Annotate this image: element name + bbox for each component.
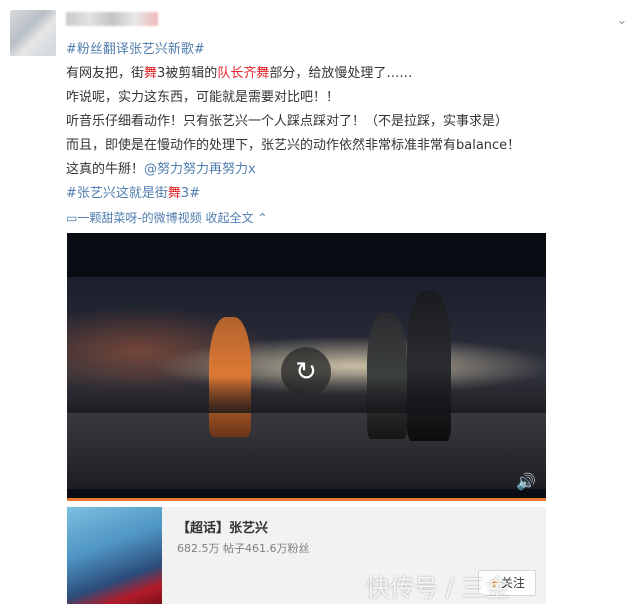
dancer-figure bbox=[407, 291, 451, 441]
video-player[interactable]: ↻ 🔊 bbox=[67, 233, 546, 501]
text-segment: 有网友把，街 bbox=[66, 66, 145, 81]
tag-part: 3# bbox=[180, 186, 201, 201]
highlight-text: 舞 bbox=[144, 66, 158, 81]
video-source-link[interactable]: 一颗甜菜呀-的微博视频 bbox=[77, 211, 201, 225]
tag-highlight: 舞 bbox=[167, 186, 181, 201]
post-line-1: #粉丝翻译张艺兴新歌# bbox=[66, 38, 626, 62]
tag-part: #张艺兴这就是街 bbox=[66, 186, 168, 201]
collapse-label: 收起全文 bbox=[205, 211, 254, 225]
video-source-icon: ▭ bbox=[66, 211, 78, 225]
chevron-down-icon[interactable]: ⌄ bbox=[615, 14, 629, 28]
volume-icon[interactable]: 🔊 bbox=[516, 472, 536, 491]
text-segment: 这真的牛掰！ bbox=[66, 162, 145, 177]
replay-icon[interactable]: ↻ bbox=[281, 347, 331, 397]
post-line-7: #张艺兴这就是街舞3# bbox=[66, 182, 626, 206]
collapse-button[interactable]: 收起全文 ⌃ bbox=[206, 211, 268, 225]
post-body: #粉丝翻译张艺兴新歌# 有网友把，街舞3被剪辑的队长齐舞部分，给放慢处理了…… … bbox=[66, 38, 626, 230]
topic-tag-2[interactable]: #张艺兴这就是街舞3# bbox=[66, 186, 200, 201]
topic-tag-1[interactable]: #粉丝翻译张艺兴新歌# bbox=[66, 42, 205, 57]
post-line-3: 咋说呢，实力这东西，可能就是需要对比吧！！ bbox=[66, 90, 340, 105]
highlight-text: 队长齐舞 bbox=[217, 66, 270, 81]
text-segment: 部分，给放慢处理了…… bbox=[269, 66, 413, 81]
user-avatar[interactable] bbox=[10, 10, 56, 56]
post-line-4: 听音乐仔细看动作！只有张艺兴一个人踩点踩对了！（不是拉踩，实事求是） bbox=[66, 114, 509, 129]
video-meta-row: ▭一颗甜菜呀-的微博视频 收起全文 ⌃ bbox=[66, 206, 626, 230]
card-thumbnail bbox=[67, 507, 162, 604]
watermark-text: 快传号 / 三金 bbox=[366, 574, 510, 602]
card-title[interactable]: 【超话】张艺兴 bbox=[177, 517, 268, 536]
mention-link[interactable]: @努力努力再努力x bbox=[144, 162, 256, 177]
video-progress-bar[interactable] bbox=[67, 498, 546, 501]
card-stats: 682.5万 帖子461.6万粉丝 bbox=[177, 542, 310, 555]
post-line-2: 有网友把，街舞3被剪辑的队长齐舞部分，给放慢处理了…… bbox=[66, 62, 626, 86]
user-name-blurred[interactable] bbox=[66, 12, 158, 26]
post-line-6: 这真的牛掰！@努力努力再努力x bbox=[66, 158, 626, 182]
text-segment: 3被剪辑的 bbox=[157, 66, 218, 81]
post-line-5: 而且，即使是在慢动作的处理下，张艺兴的动作依然非常标准非常有balance！ bbox=[66, 138, 521, 153]
